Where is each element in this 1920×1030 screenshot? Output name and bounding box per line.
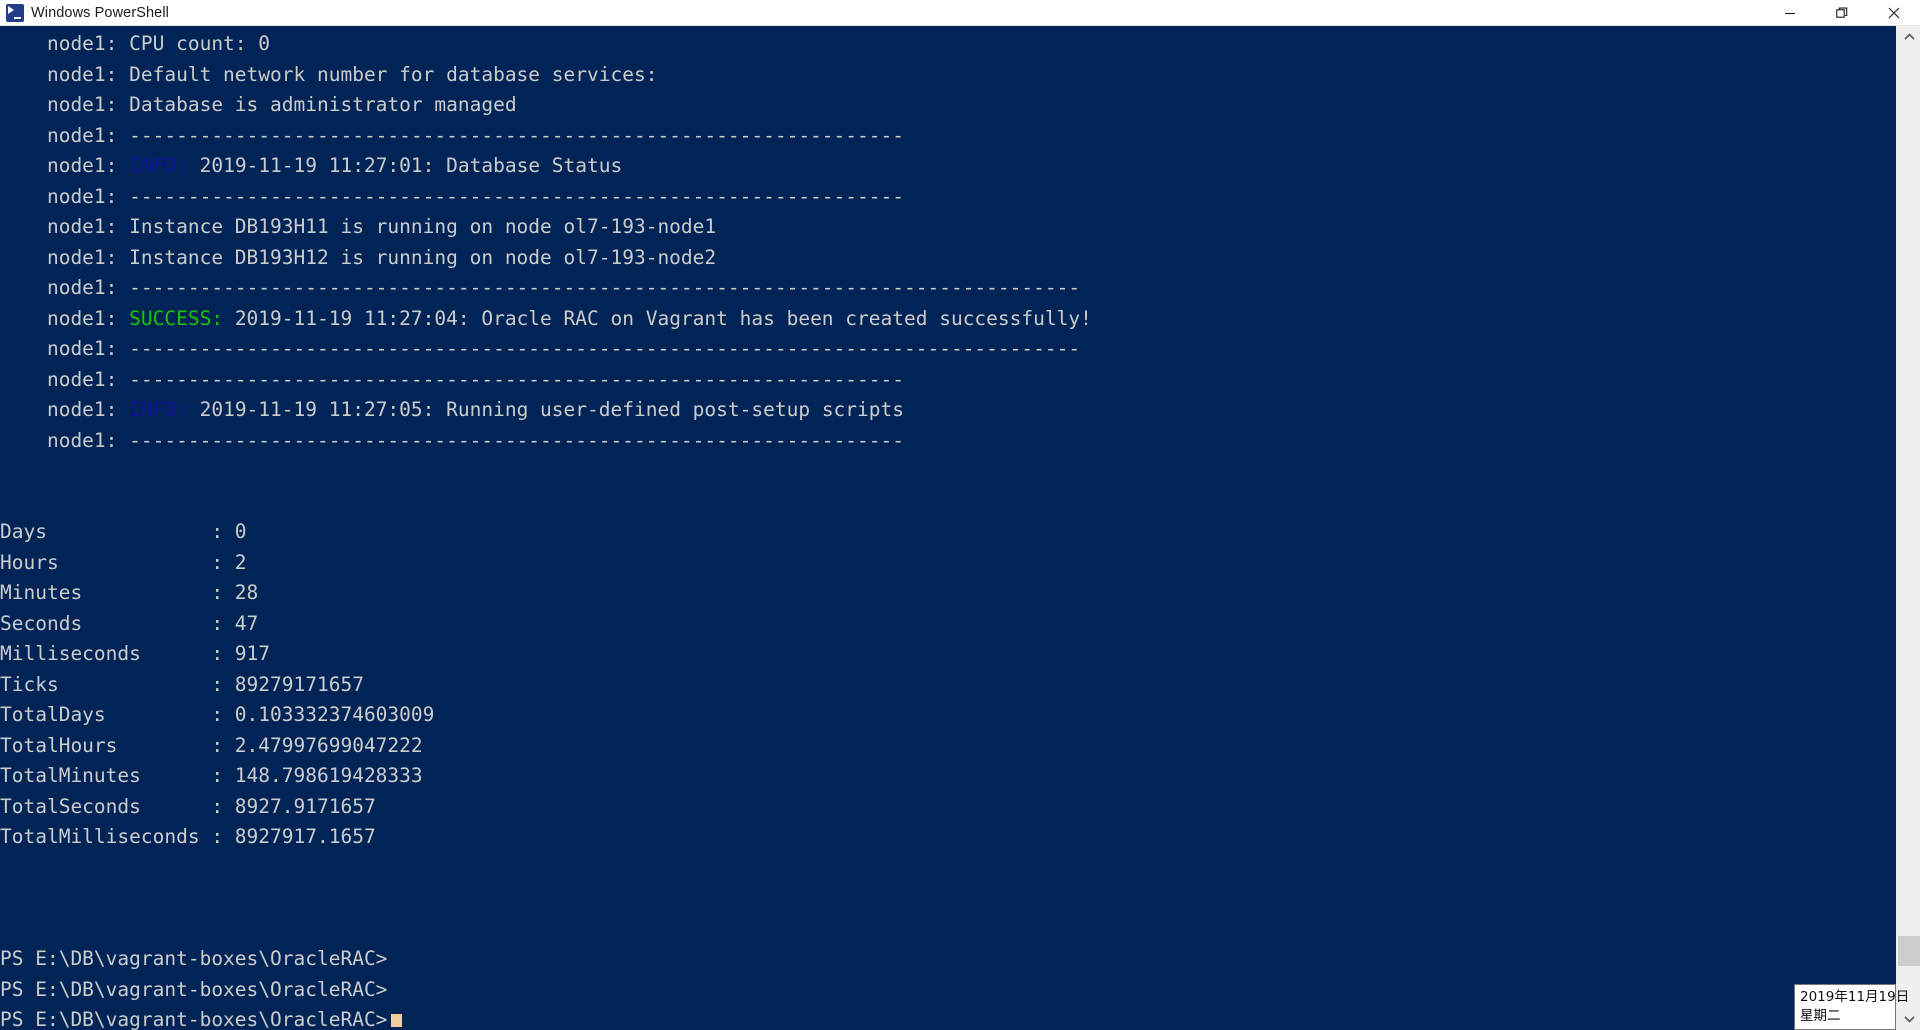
powershell-icon [6,3,24,22]
console-text: TotalMinutes : 148.798619428333 [0,764,423,787]
console-text: Days : 0 [0,520,247,543]
console-text: TotalHours : 2.47997699047222 [0,733,423,757]
console-line: node1: Instance DB193H12 is running on n… [0,243,1896,274]
console-line: PS E:\DB\vagrant-boxes\OracleRAC> [0,1005,1896,1030]
maximize-restore-button[interactable] [1816,0,1868,25]
tooltip-weekday: 星期二 [1800,1008,1841,1024]
console-line: Ticks : 89279171657 [0,670,1896,701]
minimize-button[interactable] [1764,0,1816,25]
console-text: Ticks : 89279171657 [0,672,364,696]
console-text: node1: [0,306,130,330]
console-text: TotalMilliseconds : 8927917.1657 [0,825,376,848]
console-text: TotalSeconds : 8927.9171657 [0,794,376,818]
console-output-area[interactable]: node1: CPU count: 0 node1: Default netwo… [0,26,1896,1030]
console-line: node1: ---------------------------------… [0,426,1896,457]
console-text: node1: CPU count: 0 [0,32,271,55]
console-text: Minutes : 28 [0,581,259,604]
console-line: Minutes : 28 [0,578,1896,609]
console-line: PS E:\DB\vagrant-boxes\OracleRAC> [0,944,1896,975]
window-title: Windows PowerShell [31,4,169,21]
console-line: node1: ---------------------------------… [0,334,1896,365]
text-cursor [391,1014,403,1027]
console-text: SUCCESS: [129,306,235,330]
console-text: node1: ---------------------------------… [0,367,904,391]
console-text: node1: ---------------------------------… [0,123,904,147]
console-text: INFO: [129,398,200,421]
scroll-down-arrow-icon[interactable] [1897,1008,1920,1030]
scrollbar-thumb[interactable] [1898,936,1920,966]
console-text: node1: Instance DB193H11 is running on n… [0,215,717,238]
console-text: node1: ---------------------------------… [0,184,904,208]
console-line: Hours : 2 [0,548,1896,579]
console-line: TotalSeconds : 8927.9171657 [0,792,1896,823]
console-line: PS E:\DB\vagrant-boxes\OracleRAC> [0,975,1896,1006]
console-line: node1: SUCCESS: 2019-11-19 11:27:04: Ora… [0,304,1896,335]
close-button[interactable] [1868,0,1920,25]
console-line: node1: ---------------------------------… [0,182,1896,213]
console-text: node1: Database is administrator managed [0,93,517,116]
console-text: node1: Instance DB193H12 is running on n… [0,245,717,269]
date-tooltip: 2019年11月19日 星期二 [1794,984,1910,1030]
console-line: Seconds : 47 [0,609,1896,640]
console-line: node1: Instance DB193H11 is running on n… [0,212,1896,243]
console-text: node1: [0,154,130,177]
powershell-window: Windows PowerShell node1: CPU count: 0 n… [0,0,1920,1030]
console-text: node1: ---------------------------------… [0,337,1081,360]
console-line: node1: ---------------------------------… [0,365,1896,396]
console-text: TotalDays : 0.103332374603009 [0,703,435,726]
console-line: Milliseconds : 917 [0,639,1896,670]
console-text: node1: [0,398,130,421]
tooltip-date: 2019年11月19日 [1800,989,1910,1005]
console-text: node1: Default network number for databa… [0,62,658,86]
console-text: 2019-11-19 11:27:01: Database Status [199,154,623,177]
console-text: node1: ---------------------------------… [0,276,1081,299]
vertical-scrollbar[interactable] [1896,26,1920,1030]
console-line: TotalHours : 2.47997699047222 [0,731,1896,762]
scroll-up-arrow-icon[interactable] [1897,26,1920,48]
console-text: 2019-11-19 11:27:04: Oracle RAC on Vagra… [234,306,1092,330]
console-line: node1: ---------------------------------… [0,121,1896,152]
console-line: node1: CPU count: 0 [0,29,1896,60]
console-text: Seconds : 47 [0,611,259,635]
console-line-list: node1: CPU count: 0 node1: Default netwo… [0,26,1896,1030]
console-line: TotalDays : 0.103332374603009 [0,700,1896,731]
console-line: TotalMilliseconds : 8927917.1657 [0,822,1896,853]
console-text: 2019-11-19 11:27:05: Running user-define… [199,398,904,421]
console-line: node1: Default network number for databa… [0,60,1896,91]
title-bar: Windows PowerShell [0,0,1920,26]
console-line: TotalMinutes : 148.798619428333 [0,761,1896,792]
console-text: node1: ---------------------------------… [0,428,904,452]
console-text: PS E:\DB\vagrant-boxes\OracleRAC> [0,977,388,1001]
console-line: Days : 0 [0,517,1896,548]
console-line: node1: INFO: 2019-11-19 11:27:05: Runnin… [0,395,1896,426]
console-text: INFO: [129,154,200,177]
console-text: Hours : 2 [0,550,247,574]
console-text: PS E:\DB\vagrant-boxes\OracleRAC> [0,1008,388,1030]
console-line: node1: ---------------------------------… [0,273,1896,304]
console-line: node1: Database is administrator managed [0,90,1896,121]
console-text: Milliseconds : 917 [0,642,271,665]
console-text: PS E:\DB\vagrant-boxes\OracleRAC> [0,947,388,970]
console-line: node1: INFO: 2019-11-19 11:27:01: Databa… [0,151,1896,182]
